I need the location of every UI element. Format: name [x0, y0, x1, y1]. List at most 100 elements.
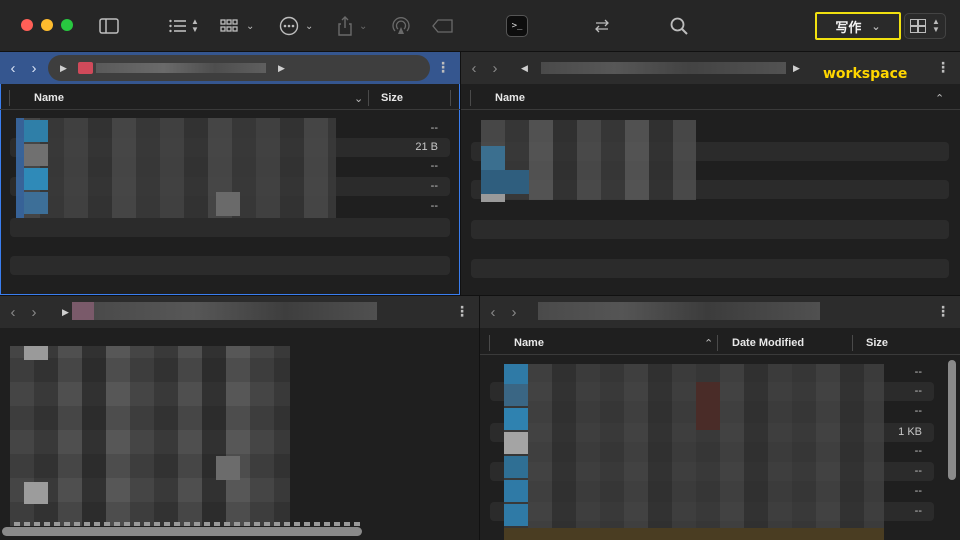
file-size: --: [430, 122, 438, 134]
file-size: --: [430, 200, 438, 212]
up-down-chevron-icon: ▲ ▼: [932, 17, 940, 34]
pane-top-left[interactable]: ‹ › ▶ ▶ ⋮ Name ⌄ Size -- 21 B -- -- --: [0, 52, 460, 295]
expand-arrow-icon: ▶: [60, 63, 67, 73]
terminal-icon[interactable]: >_: [506, 15, 528, 37]
vertical-scrollbar[interactable]: [948, 360, 956, 480]
column-name[interactable]: Name: [514, 337, 544, 349]
column-header: Name ⌄ Size: [0, 86, 460, 110]
file-icon: [24, 120, 48, 142]
back-button[interactable]: ‹: [5, 304, 21, 321]
sort-chevron-icon: ⌄: [354, 93, 364, 105]
path-segment-redacted: [72, 302, 377, 320]
file-size: --: [914, 366, 922, 378]
swap-panes-icon[interactable]: [594, 14, 610, 38]
file-icon: [24, 192, 48, 214]
folder-icon: [78, 62, 93, 74]
chevron-down-icon: ⌄: [871, 19, 881, 33]
file-row-redacted: [504, 528, 884, 540]
table-row[interactable]: [10, 218, 450, 237]
file-size: 1 KB: [898, 426, 922, 438]
file-icon: [504, 432, 528, 454]
path-segment-redacted: [538, 302, 820, 320]
more-options-icon[interactable]: ⋮: [455, 303, 469, 320]
share-icon[interactable]: ⌄: [337, 14, 367, 38]
airdrop-icon[interactable]: [391, 14, 411, 38]
file-name-redacted: [216, 192, 240, 216]
minimize-window-button[interactable]: [41, 19, 53, 31]
pane-divider-vertical[interactable]: [460, 52, 461, 295]
pane-bottom-right[interactable]: ‹ › ⋮ Name ⌃ Date Modified Size -- -- --…: [480, 296, 960, 540]
file-icon: [504, 384, 528, 406]
pane-divider-vertical[interactable]: [479, 295, 480, 540]
file-size: --: [914, 505, 922, 517]
file-label-redacted: [14, 522, 364, 526]
path-bar: ‹ › ▶ ⋮: [0, 296, 479, 328]
path-arrow-icon: ▶: [278, 63, 285, 73]
grid-layout-icon: [910, 19, 927, 33]
more-options-icon[interactable]: ⋮: [936, 303, 950, 320]
file-thumbnails-redacted: [10, 346, 290, 526]
file-icon: [696, 382, 720, 430]
forward-button[interactable]: ›: [487, 60, 503, 77]
file-icon: [24, 482, 48, 504]
more-actions-icon[interactable]: ⌄: [279, 14, 313, 38]
table-row[interactable]: [471, 259, 949, 278]
pane-bottom-left[interactable]: ‹ › ▶ ⋮: [0, 296, 479, 540]
forward-button[interactable]: ›: [506, 304, 522, 321]
file-icon: [504, 408, 528, 430]
file-size: --: [430, 160, 438, 172]
file-size: --: [914, 465, 922, 477]
zoom-window-button[interactable]: [61, 19, 73, 31]
list-view-icon[interactable]: ▲ ▼: [169, 14, 199, 38]
horizontal-scrollbar[interactable]: [2, 527, 362, 536]
window-toolbar: ▲ ▼ ⌄ ⌄ ⌄ >_ 写作 ⌄ ▲ ▼: [0, 0, 960, 52]
breadcrumb[interactable]: ▶ ▶: [48, 55, 430, 81]
speaker-icon: ◀: [521, 63, 528, 73]
back-button[interactable]: ‹: [466, 60, 482, 77]
file-size: --: [914, 485, 922, 497]
column-size[interactable]: Size: [866, 337, 888, 349]
column-name[interactable]: Name: [495, 92, 525, 104]
column-header: Name ⌃: [461, 86, 960, 110]
expand-arrow-icon: ▶: [62, 307, 69, 317]
forward-button[interactable]: ›: [26, 60, 42, 77]
grid-view-icon[interactable]: ⌄: [220, 14, 254, 38]
file-icon: [481, 146, 505, 170]
forward-button[interactable]: ›: [26, 304, 42, 321]
column-date-modified[interactable]: Date Modified: [732, 337, 804, 349]
table-row[interactable]: [10, 256, 450, 275]
search-icon[interactable]: [670, 14, 688, 38]
file-icon: [216, 456, 240, 480]
path-arrow-icon: ▶: [793, 63, 800, 73]
file-icon: [24, 346, 48, 360]
file-icon: [481, 170, 529, 194]
back-button[interactable]: ‹: [5, 60, 21, 77]
pane-top-right[interactable]: ‹ › ◀ ▶ ⋮ Name ⌃ workspace: [461, 52, 960, 295]
profile-selector-label: 写作: [835, 20, 862, 36]
pane-divider-horizontal[interactable]: [0, 295, 960, 296]
table-row[interactable]: [471, 220, 949, 239]
back-button[interactable]: ‹: [485, 304, 501, 321]
path-segment-redacted: [96, 63, 266, 73]
more-options-icon[interactable]: ⋮: [936, 59, 950, 76]
file-names-redacted: [16, 118, 336, 218]
tag-icon[interactable]: [432, 14, 454, 38]
sidebar-icon[interactable]: [99, 14, 119, 38]
path-bar: ‹ › ⋮: [480, 296, 960, 328]
file-icon: [504, 480, 528, 502]
layout-icon[interactable]: ▲ ▼: [904, 13, 946, 39]
file-icon: [504, 364, 528, 384]
workspace-annotation: workspace: [823, 66, 908, 82]
column-header: Name ⌃ Date Modified Size: [480, 331, 960, 355]
file-size: 21 B: [415, 141, 438, 153]
file-icon: [504, 504, 528, 526]
path-bar: ‹ › ▶ ▶ ⋮: [0, 52, 460, 84]
file-size: --: [430, 180, 438, 192]
column-size[interactable]: Size: [381, 92, 403, 104]
file-size: --: [914, 445, 922, 457]
close-window-button[interactable]: [21, 19, 33, 31]
column-name[interactable]: Name: [34, 92, 64, 104]
file-icon: [504, 456, 528, 478]
profile-selector-button[interactable]: 写作 ⌄: [815, 12, 901, 40]
more-options-icon[interactable]: ⋮: [436, 59, 450, 76]
